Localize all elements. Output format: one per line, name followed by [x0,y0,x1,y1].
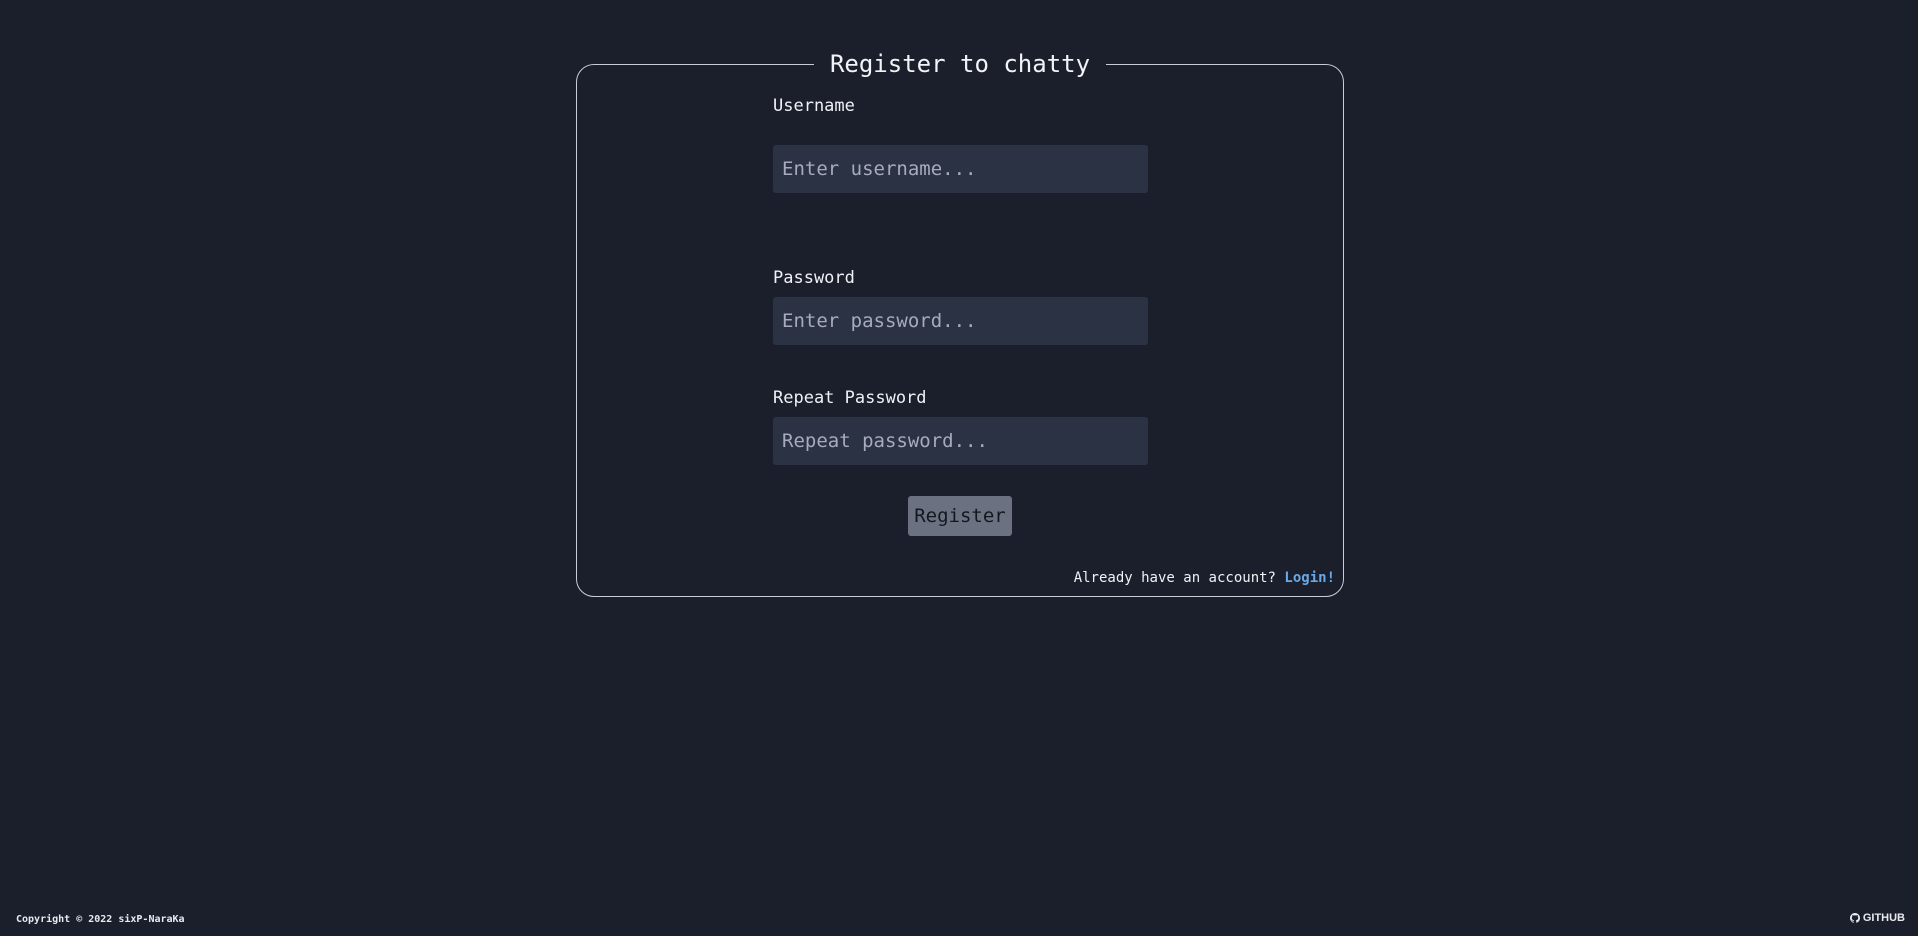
login-prompt-text: Already have an account? [1073,570,1276,586]
github-icon [1849,913,1860,923]
username-input[interactable] [773,145,1148,193]
username-label: Username [773,96,855,116]
login-prompt: Already have an account? Login! [1074,569,1335,587]
register-button[interactable]: Register [908,496,1012,536]
password-label: Password [773,268,855,288]
password-input[interactable] [773,297,1148,345]
repeat-password-input[interactable] [773,417,1148,465]
repeat-password-label: Repeat Password [773,388,927,408]
copyright-text: Copyright © 2022 sixP-NaraKa [16,914,185,925]
register-form: Register to chatty Username Password Rep… [576,49,1344,597]
form-title: Register to chatty [813,49,1107,79]
login-link[interactable]: Login! [1284,570,1335,586]
github-label: GITHUB [1862,912,1905,924]
register-page: Register to chatty Username Password Rep… [0,0,1918,936]
github-link[interactable]: GITHUB [1849,912,1905,924]
